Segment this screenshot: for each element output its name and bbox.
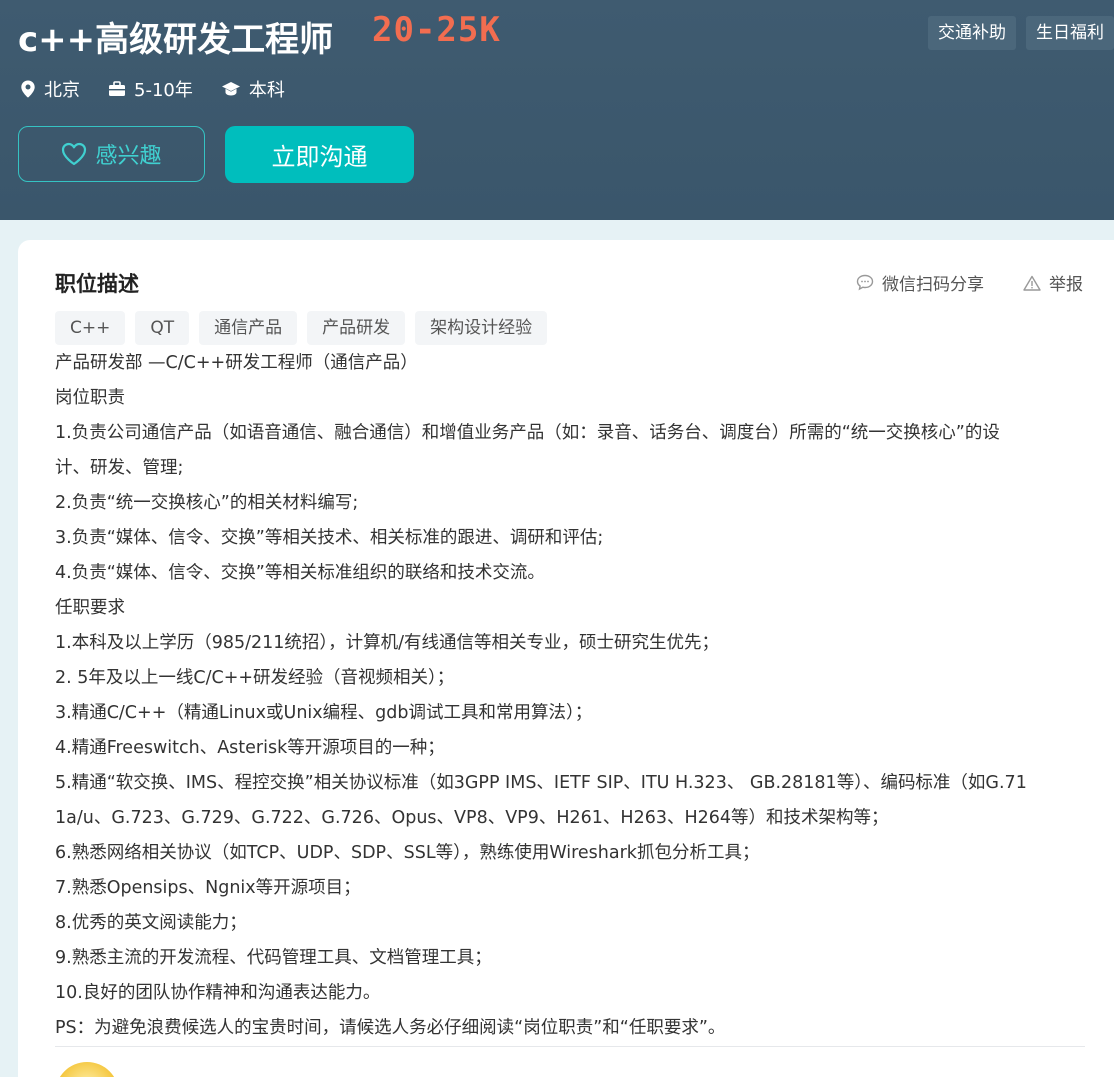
description-line: 2.负责“统一交换核心”的相关材料编写;: [55, 493, 359, 513]
job-detail-card: 职位描述 微信扫码分享 举报 C++ QT 通信产品 产品研发 架构设计经验 产…: [18, 240, 1114, 1077]
chat-bubble-icon: [856, 274, 874, 291]
description-line: 10.良好的团队协作精神和沟通表达能力。: [55, 983, 381, 1003]
job-description: 产品研发部 —C/C++研发工程师（通信产品） 岗位职责 1.负责公司通信产品（…: [55, 346, 1085, 1046]
degree-text: 本科: [248, 80, 285, 101]
meta-degree: 本科: [221, 76, 285, 102]
job-header: c++高级研发工程师 20-25K 交通补助 生日福利 北京 5-10年 本科 …: [0, 0, 1114, 220]
graduation-cap-icon: [221, 82, 240, 96]
section-title: 职位描述: [55, 272, 139, 296]
description-line: 4.精通Freeswitch、Asterisk等开源项目的一种；: [55, 738, 445, 758]
experience-text: 5-10年: [134, 80, 193, 101]
report-label: 举报: [1049, 275, 1083, 295]
city-text: 北京: [44, 80, 80, 101]
welfare-tag: 交通补助: [928, 16, 1016, 50]
interest-label: 感兴趣: [95, 144, 162, 169]
recruiter-avatar[interactable]: [55, 1062, 119, 1077]
skill-tags: C++ QT 通信产品 产品研发 架构设计经验: [55, 311, 548, 345]
description-line: 1.负责公司通信产品（如语音通信、融合通信）和增值业务产品（如：录音、话务台、调…: [55, 423, 1000, 443]
chat-label: 立即沟通: [271, 143, 368, 171]
description-line: 4.负责“媒体、信令、交换”等相关标准组织的联络和技术交流。: [55, 563, 545, 583]
skill-tag: QT: [135, 311, 190, 345]
location-icon: [21, 80, 35, 98]
description-line: 岗位职责: [55, 388, 125, 408]
heart-icon: [62, 142, 87, 166]
description-line: 2. 5年及以上一线C/C++研发经验（音视频相关）；: [55, 668, 455, 688]
divider: [55, 1046, 1085, 1047]
description-line: 1a/u、G.723、G.729、G.722、G.726、Opus、VP8、VP…: [55, 808, 889, 828]
welfare-tags: 交通补助 生日福利: [928, 16, 1114, 50]
report-link[interactable]: 举报: [1023, 270, 1083, 295]
description-line: 8.优秀的英文阅读能力；: [55, 913, 247, 933]
skill-tag: C++: [55, 311, 126, 345]
description-line: 6.熟悉网络相关协议（如TCP、UDP、SDP、SSL等），熟练使用Wiresh…: [55, 843, 760, 863]
meta-city: 北京: [20, 76, 80, 102]
warning-icon: [1023, 275, 1041, 291]
welfare-tag: 生日福利: [1026, 16, 1114, 50]
description-line: 任职要求: [55, 598, 125, 618]
skill-tag: 产品研发: [307, 311, 406, 345]
description-line: 产品研发部 —C/C++研发工程师（通信产品）: [55, 353, 418, 373]
chat-button[interactable]: 立即沟通: [225, 126, 414, 183]
description-line: 9.熟悉主流的开发流程、代码管理工具、文档管理工具；: [55, 948, 492, 968]
skill-tag: 通信产品: [199, 311, 298, 345]
description-line: 计、研发、管理;: [55, 458, 184, 478]
description-line: PS：为避免浪费候选人的宝贵时间，请候选人务必仔细阅读“岗位职责”和“任职要求”…: [55, 1018, 726, 1038]
description-line: 3.精通C/C++（精通Linux或Unix编程、gdb调试工具和常用算法）；: [55, 703, 593, 723]
description-line: 7.熟悉Opensips、Ngnix等开源项目；: [55, 878, 361, 898]
interest-button[interactable]: 感兴趣: [18, 126, 205, 182]
share-link[interactable]: 微信扫码分享: [856, 270, 984, 295]
description-line: 1.本科及以上学历（985/211统招），计算机/有线通信等相关专业，硕士研究生…: [55, 633, 720, 653]
description-line: 5.精通“软交换、IMS、程控交换”相关协议标准（如3GPP IMS、IETF …: [55, 773, 1027, 793]
share-label: 微信扫码分享: [882, 275, 984, 295]
meta-experience: 5-10年: [108, 76, 193, 102]
skill-tag: 架构设计经验: [415, 311, 548, 345]
job-title: c++高级研发工程师: [18, 20, 334, 60]
job-meta: 北京 5-10年 本科: [20, 76, 313, 102]
salary: 20-25K: [372, 10, 501, 50]
description-line: 3.负责“媒体、信令、交换”等相关技术、相关标准的跟进、调研和评估;: [55, 528, 604, 548]
briefcase-icon: [109, 81, 125, 96]
